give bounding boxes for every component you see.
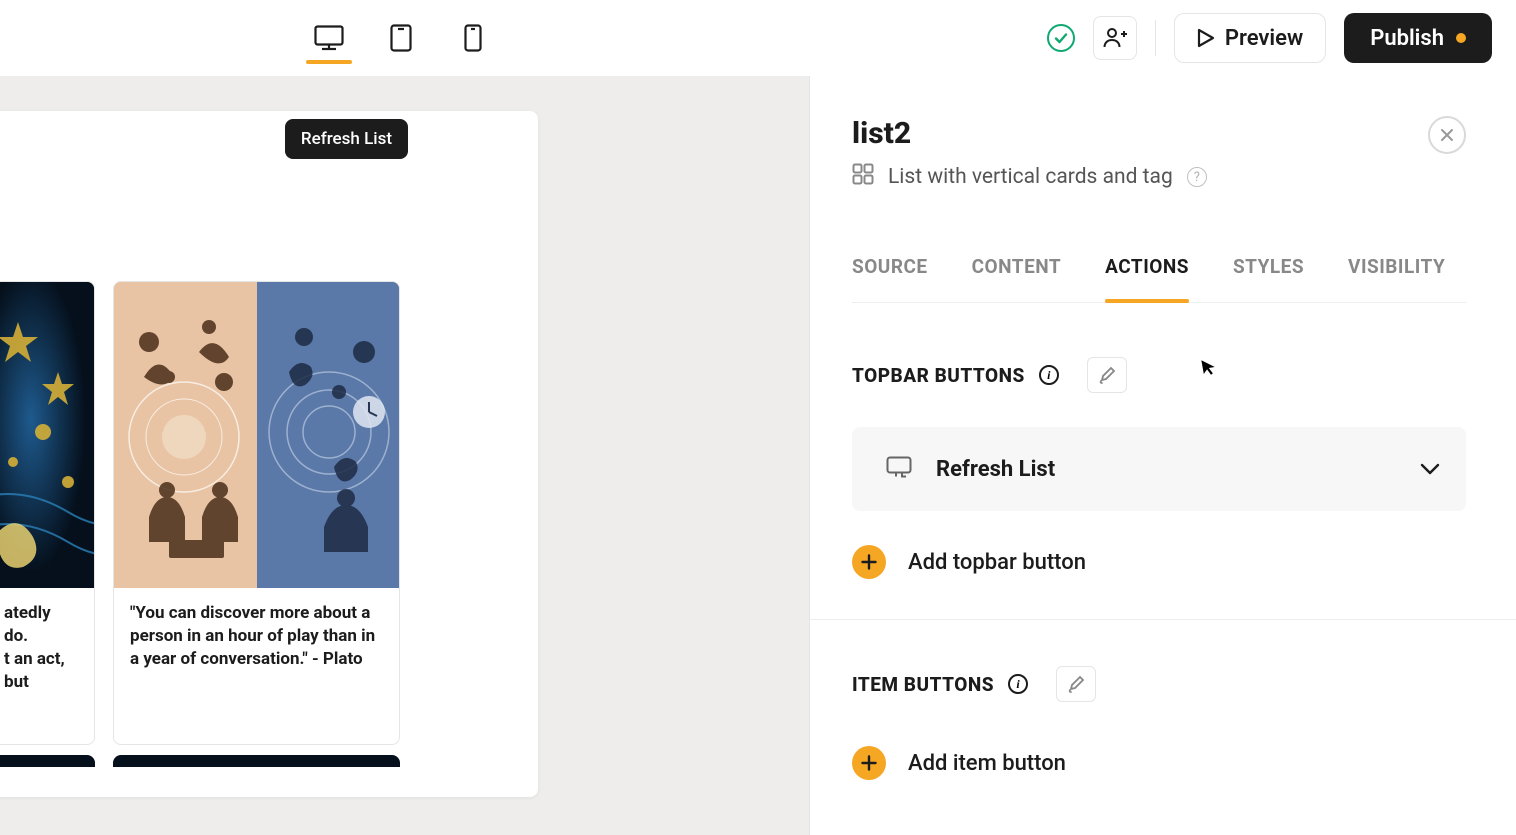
cards-row: atedly do. t an act, but (0, 281, 538, 745)
preview-frame: Refresh List (0, 111, 538, 797)
info-icon[interactable]: i (1039, 365, 1059, 385)
section-title: ITEM BUTTONS (852, 673, 994, 696)
section-topbar-buttons: TOPBAR BUTTONS i Refresh (852, 357, 1466, 579)
publish-button[interactable]: Publish (1344, 13, 1492, 63)
topbar: Preview Publish (0, 0, 1516, 76)
section-title: TOPBAR BUTTONS (852, 364, 1025, 387)
preview-button[interactable]: Preview (1174, 13, 1326, 63)
action-icon (886, 456, 912, 482)
card-image (0, 282, 94, 588)
tab-source[interactable]: SOURCE (852, 255, 928, 302)
topbar-button-label: Refresh List (936, 457, 1055, 482)
inspector-panel: list2 List with vertical cards and tag ? (809, 76, 1516, 835)
add-topbar-button[interactable]: Add topbar button (852, 545, 1466, 579)
add-topbar-label: Add topbar button (908, 550, 1086, 575)
device-switcher (310, 0, 492, 76)
help-icon[interactable]: ? (1187, 167, 1207, 187)
panel-tabs: SOURCE CONTENT ACTIONS STYLES VISIBILITY (852, 255, 1466, 303)
tab-actions[interactable]: ACTIONS (1105, 255, 1189, 302)
user-plus-icon (1103, 27, 1127, 49)
panel-title: list2 (852, 116, 1207, 151)
list-card[interactable]: "You can discover more about a person in… (113, 281, 400, 745)
card-image (114, 282, 399, 588)
device-desktop-button[interactable] (310, 0, 348, 76)
brush-icon (1097, 365, 1117, 385)
close-icon (1440, 128, 1454, 142)
plus-icon (852, 545, 886, 579)
add-item-label: Add item button (908, 751, 1066, 776)
panel-subtitle: List with vertical cards and tag (888, 165, 1173, 189)
panel-subtitle-row: List with vertical cards and tag ? (852, 163, 1207, 191)
brush-icon (1066, 674, 1086, 694)
device-mobile-button[interactable] (454, 0, 492, 76)
device-tablet-button[interactable] (382, 0, 420, 76)
style-override-button[interactable] (1056, 666, 1096, 702)
canvas-pane[interactable]: Refresh List (0, 76, 809, 835)
card-quote: "You can discover more about a person in… (130, 602, 383, 671)
tab-content[interactable]: CONTENT (972, 255, 1062, 302)
status-check-icon[interactable] (1047, 24, 1075, 52)
close-panel-button[interactable] (1428, 116, 1466, 154)
publish-label: Publish (1370, 26, 1444, 51)
desktop-icon (314, 25, 344, 51)
section-item-buttons: ITEM BUTTONS i Add item button (852, 666, 1466, 780)
tab-styles[interactable]: STYLES (1233, 255, 1304, 302)
add-collaborator-button[interactable] (1093, 16, 1137, 60)
chevron-down-icon (1420, 460, 1440, 479)
plus-icon (852, 746, 886, 780)
mobile-icon (464, 24, 482, 52)
divider (810, 619, 1516, 620)
grid-icon (852, 163, 874, 191)
style-override-button[interactable] (1087, 357, 1127, 393)
cards-row-next (0, 745, 538, 767)
preview-label: Preview (1225, 26, 1303, 51)
list-card[interactable] (0, 755, 95, 767)
publish-status-dot (1456, 33, 1466, 43)
topbar-button-row-refresh[interactable]: Refresh List (852, 427, 1466, 511)
tablet-icon (390, 24, 412, 52)
info-icon[interactable]: i (1008, 674, 1028, 694)
topbar-actions: Preview Publish (1047, 13, 1492, 63)
add-item-button[interactable]: Add item button (852, 746, 1466, 780)
list-card[interactable]: atedly do. t an act, but (0, 281, 95, 745)
play-icon (1197, 28, 1215, 48)
list-card[interactable] (113, 755, 400, 767)
refresh-list-button[interactable]: Refresh List (285, 119, 408, 159)
card-quote: atedly do. t an act, but (4, 602, 78, 694)
divider (1155, 20, 1156, 56)
tab-visibility[interactable]: VISIBILITY (1348, 255, 1445, 302)
